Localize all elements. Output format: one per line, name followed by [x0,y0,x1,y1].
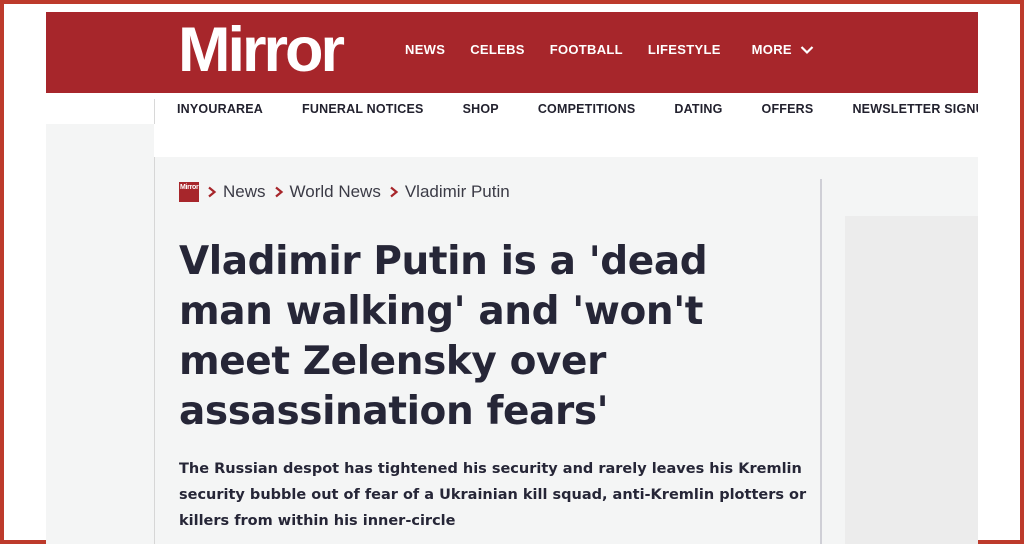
nav-item-celebs[interactable]: CELEBS [470,42,525,57]
breadcrumb-home-logo[interactable]: Mirror [179,182,199,202]
breadcrumb-world-news[interactable]: World News [290,182,381,202]
subnav-item-offers[interactable]: OFFERS [762,102,814,116]
subnav-item-inyourarea[interactable]: INYOURAREA [177,102,263,116]
mirror-logo[interactable]: Mirror [178,18,345,82]
chevron-right-icon [390,186,399,198]
article-left-rule [154,157,155,544]
chevron-down-icon [800,45,814,54]
site-header: Mirror NEWS CELEBS FOOTBALL LIFESTYLE MO… [46,12,978,93]
subnav-item-funeral-notices[interactable]: FUNERAL NOTICES [302,102,424,116]
breadcrumb: Mirror News World News Vladimir Putin [179,182,510,202]
nav-more-label: MORE [751,42,792,57]
chevron-right-icon [274,186,283,198]
subnav-item-competitions[interactable]: COMPETITIONS [538,102,636,116]
browser-viewport: Mirror NEWS CELEBS FOOTBALL LIFESTYLE MO… [46,12,978,544]
main-nav: NEWS CELEBS FOOTBALL LIFESTYLE MORE [405,42,839,57]
chevron-right-icon [208,186,217,198]
nav-item-news[interactable]: NEWS [405,42,445,57]
nav-divider [154,99,155,124]
nav-item-football[interactable]: FOOTBALL [550,42,623,57]
nav-more-button[interactable]: MORE [752,42,814,57]
secondary-nav: INYOURAREA FUNERAL NOTICES SHOP COMPETIT… [46,93,978,124]
column-divider [820,179,822,544]
subnav-item-newsletter-signup[interactable]: NEWSLETTER SIGNUP [852,102,978,116]
article-standfirst: The Russian despot has tightened his sec… [179,461,807,529]
breadcrumb-vladimir-putin[interactable]: Vladimir Putin [405,182,510,202]
nav-item-lifestyle[interactable]: LIFESTYLE [648,42,721,57]
subnav-item-dating[interactable]: DATING [674,102,722,116]
article-headline: Vladimir Putin is a 'dead man walking' a… [179,239,708,434]
breadcrumb-news[interactable]: News [223,182,266,202]
sidebar-ad-slot [845,216,978,544]
header-spacer [154,124,978,157]
subnav-item-shop[interactable]: SHOP [463,102,499,116]
